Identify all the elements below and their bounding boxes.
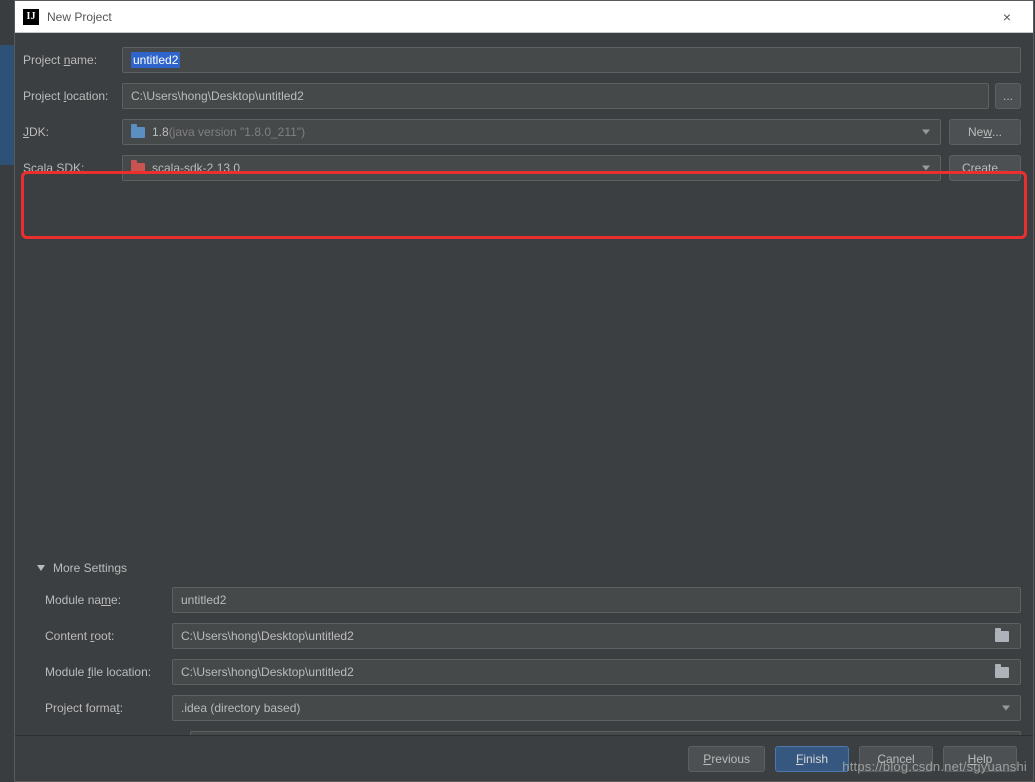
parent-selection-stub: [0, 45, 14, 165]
project-format-value: .idea (directory based): [181, 701, 300, 715]
project-location-input[interactable]: C:\Users\hong\Desktop\untitled2: [122, 83, 989, 109]
jdk-hint: (java version "1.8.0_211"): [169, 125, 305, 139]
highlight-annotation: [21, 171, 1027, 239]
project-name-input[interactable]: untitled2: [122, 47, 1021, 73]
scala-sdk-value: scala-sdk-2.13.0: [152, 161, 240, 175]
content-root-input[interactable]: C:\Users\hong\Desktop\untitled2: [172, 623, 1021, 649]
scala-sdk-dropdown[interactable]: scala-sdk-2.13.0: [122, 155, 941, 181]
chevron-down-icon: [37, 565, 45, 571]
module-name-row: Module name: untitled2: [27, 587, 1021, 613]
browse-content-root-button[interactable]: [996, 627, 1014, 645]
jdk-value: 1.8: [152, 125, 169, 139]
scala-sdk-label: Scala SDK:: [22, 161, 122, 175]
module-name-input[interactable]: untitled2: [172, 587, 1021, 613]
content-root-value: C:\Users\hong\Desktop\untitled2: [181, 629, 354, 643]
window-title: New Project: [47, 10, 989, 24]
app-icon: IJ: [23, 9, 39, 25]
project-name-value: untitled2: [131, 52, 180, 68]
more-settings-label: More Settings: [53, 561, 127, 575]
jdk-new-button[interactable]: New...: [949, 119, 1021, 145]
jdk-label: JDK:: [22, 125, 122, 139]
finish-button[interactable]: Finish: [775, 746, 849, 772]
jdk-row: JDK: 1.8 (java version "1.8.0_211") New.…: [22, 119, 1021, 145]
project-location-row: Project location: C:\Users\hong\Desktop\…: [22, 83, 1021, 109]
jdk-dropdown[interactable]: 1.8 (java version "1.8.0_211"): [122, 119, 941, 145]
folder-icon: [995, 667, 1009, 678]
source-root-input[interactable]: src: [190, 731, 1021, 735]
browse-module-file-button[interactable]: [996, 663, 1014, 681]
create-source-root-row: Create source root: src: [27, 731, 1021, 735]
module-name-value: untitled2: [181, 593, 226, 607]
project-location-label: Project location:: [22, 89, 122, 103]
content-root-row: Content root: C:\Users\hong\Desktop\unti…: [27, 623, 1021, 649]
project-name-row: Project name: untitled2: [22, 47, 1021, 73]
module-file-location-input[interactable]: C:\Users\hong\Desktop\untitled2: [172, 659, 1021, 685]
module-file-location-row: Module file location: C:\Users\hong\Desk…: [27, 659, 1021, 685]
new-project-dialog: IJ New Project × Project name: untitled2…: [14, 0, 1034, 782]
titlebar: IJ New Project ×: [15, 1, 1033, 33]
dialog-content: Project name: untitled2 Project location…: [15, 33, 1033, 735]
scala-sdk-row: Scala SDK: scala-sdk-2.13.0 Create...: [22, 155, 1021, 181]
project-format-label: Project format:: [27, 701, 172, 715]
module-file-location-value: C:\Users\hong\Desktop\untitled2: [181, 665, 354, 679]
module-file-location-label: Module file location:: [27, 665, 172, 679]
content-root-label: Content root:: [27, 629, 172, 643]
previous-button[interactable]: Previous: [688, 746, 765, 772]
folder-icon: [131, 163, 145, 174]
close-button[interactable]: ×: [989, 5, 1025, 29]
parent-window-stub: [0, 0, 14, 782]
folder-icon: [131, 127, 145, 138]
folder-icon: [995, 631, 1009, 642]
more-settings-toggle[interactable]: More Settings: [27, 561, 1021, 575]
browse-location-button[interactable]: ...: [995, 83, 1021, 109]
dialog-footer: Previous Finish Cancel Help: [15, 735, 1033, 781]
module-name-label: Module name:: [27, 593, 172, 607]
watermark-text: https://blog.csdn.net/sgyuanshi: [842, 759, 1027, 774]
project-format-row: Project format: .idea (directory based): [27, 695, 1021, 721]
project-location-value: C:\Users\hong\Desktop\untitled2: [131, 89, 304, 103]
project-format-dropdown[interactable]: .idea (directory based): [172, 695, 1021, 721]
more-settings-section: More Settings Module name: untitled2 Con…: [27, 561, 1021, 735]
scala-sdk-create-button[interactable]: Create...: [949, 155, 1021, 181]
project-name-label: Project name:: [22, 53, 122, 67]
